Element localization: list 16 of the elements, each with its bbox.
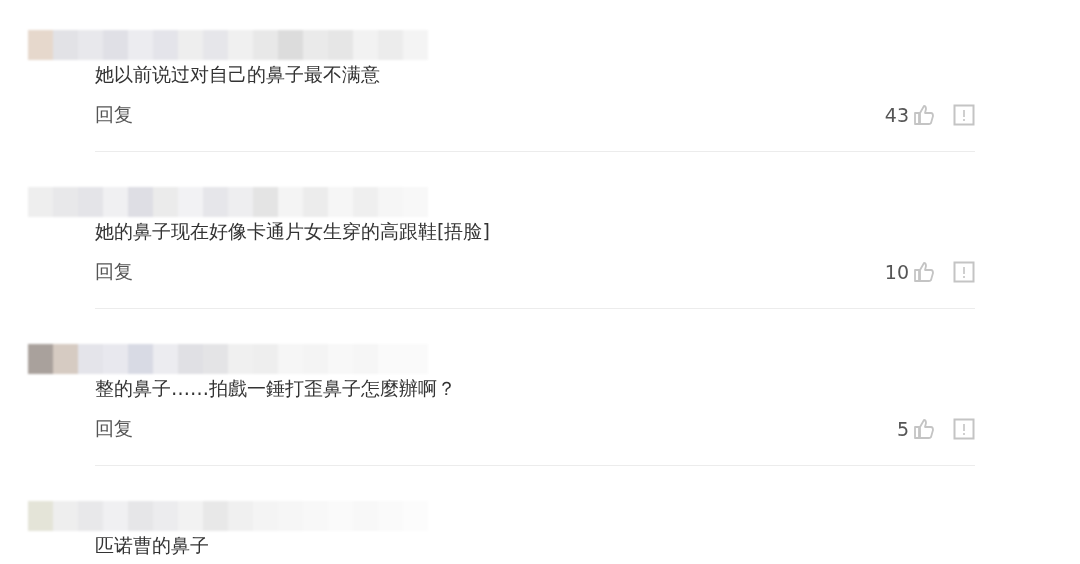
comment-text: 她以前说过对自己的鼻子最不满意 bbox=[95, 62, 381, 87]
like-count: 43 bbox=[884, 104, 909, 126]
report-icon[interactable] bbox=[953, 418, 975, 440]
report-icon[interactable] bbox=[953, 104, 975, 126]
thumbs-up-icon[interactable] bbox=[913, 418, 935, 440]
report-icon[interactable] bbox=[953, 261, 975, 283]
thumbs-up-icon[interactable] bbox=[913, 261, 935, 283]
reply-link[interactable]: 回复 bbox=[95, 102, 133, 128]
like-count: 10 bbox=[884, 261, 909, 283]
comment-text: 她的鼻子现在好像卡通片女生穿的高跟鞋[捂脸] bbox=[95, 219, 491, 244]
reply-link[interactable]: 回复 bbox=[95, 416, 133, 442]
comment-text: 整的鼻子……拍戲一錘打歪鼻子怎麼辦啊？ bbox=[95, 376, 457, 401]
comment-text: 匹诺曹的鼻子 bbox=[95, 533, 210, 558]
like-count: 5 bbox=[896, 418, 909, 440]
thumbs-up-icon[interactable] bbox=[913, 104, 935, 126]
reply-link[interactable]: 回复 bbox=[95, 259, 133, 285]
